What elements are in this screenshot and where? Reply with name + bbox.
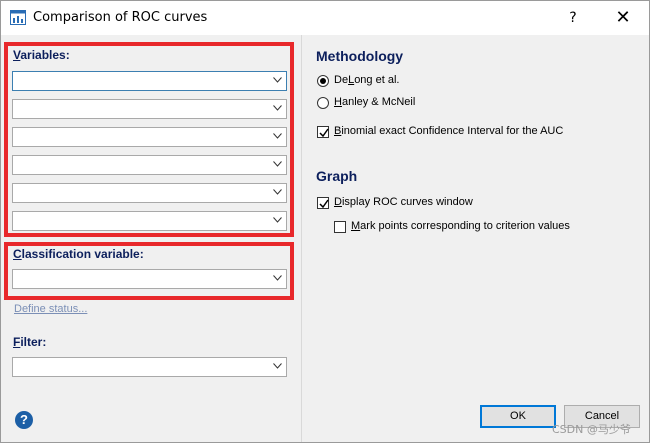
filter-label: Filter: xyxy=(13,335,47,349)
filter-select[interactable] xyxy=(12,357,287,377)
dialog-window: Comparison of ROC curves ? ✕ Variables: … xyxy=(0,0,650,443)
pane-divider xyxy=(301,35,302,442)
radio-delong-label: DeLong et al. xyxy=(334,74,400,86)
close-button[interactable]: ✕ xyxy=(603,1,643,35)
classification-highlight-box xyxy=(4,242,294,300)
help-icon[interactable]: ? xyxy=(15,411,33,429)
checkmark-icon xyxy=(319,199,329,209)
radio-hanley-label: Hanley & McNeil xyxy=(334,96,416,108)
define-status-link[interactable]: Define status... xyxy=(14,303,87,315)
window-title: Comparison of ROC curves xyxy=(33,10,208,25)
variables-highlight-box xyxy=(4,42,294,237)
binomial-ci-check-indicator[interactable] xyxy=(317,126,329,138)
graph-title: Graph xyxy=(316,168,358,184)
chevron-down-icon xyxy=(273,363,282,369)
app-icon xyxy=(10,10,26,25)
binomial-ci-label: Binomial exact Confidence Interval for t… xyxy=(334,125,564,137)
display-roc-label: Display ROC curves window xyxy=(334,196,473,208)
title-bar: Comparison of ROC curves ? ✕ xyxy=(1,1,649,35)
mark-points-label: Mark points corresponding to criterion v… xyxy=(351,220,570,232)
watermark-text: CSDN @马少爷 xyxy=(552,423,631,436)
ok-button[interactable]: OK xyxy=(480,405,556,428)
mark-points-check-indicator[interactable] xyxy=(334,221,346,233)
title-help-button[interactable]: ? xyxy=(553,1,593,35)
left-pane: Variables: Classification variable: Defi… xyxy=(1,35,301,442)
checkmark-icon xyxy=(319,128,329,138)
dialog-content: Variables: Classification variable: Defi… xyxy=(1,35,649,442)
methodology-title: Methodology xyxy=(316,48,404,64)
radio-delong-indicator[interactable] xyxy=(317,75,329,87)
display-roc-check-indicator[interactable] xyxy=(317,197,329,209)
radio-hanley-indicator[interactable] xyxy=(317,97,329,109)
